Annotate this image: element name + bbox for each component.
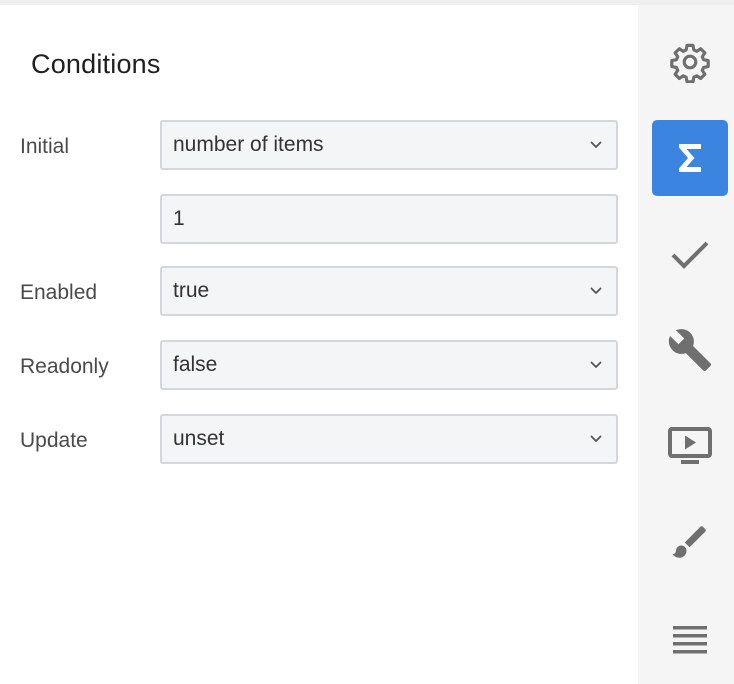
readonly-select[interactable]: false [160,340,618,390]
preview-button[interactable] [652,408,728,484]
update-select-value: unset [173,427,225,450]
initial-select-value: number of items [173,133,324,156]
update-select[interactable]: unset [160,414,618,464]
app-window: Conditions Initial number of items 1 Ena… [0,0,734,684]
chevron-down-icon [590,435,602,442]
readonly-select-value: false [173,353,218,376]
enabled-select[interactable]: true [160,266,618,316]
update-label: Update [20,429,88,452]
right-sidebar [638,5,734,684]
readonly-label: Readonly [20,355,109,378]
conditions-panel: Conditions Initial number of items 1 Ena… [0,5,638,684]
gear-icon [670,43,710,83]
initial-label: Initial [20,135,70,158]
panel-title: Conditions [31,49,161,79]
conditions-button[interactable] [652,120,728,196]
menu-icon [673,626,707,654]
tools-button[interactable] [652,312,728,388]
initial-count-value: 1 [173,207,185,230]
sigma-icon [679,144,701,172]
brush-icon [672,526,706,558]
check-icon [671,241,709,269]
chevron-down-icon [590,287,602,294]
initial-select[interactable]: number of items [160,120,618,170]
wrench-icon [668,329,712,372]
chevron-down-icon [590,361,602,368]
validation-button[interactable] [652,216,728,292]
preview-icon [668,427,712,464]
settings-button[interactable] [652,24,728,100]
initial-count-input[interactable]: 1 [160,194,618,244]
chevron-down-icon [590,141,602,148]
style-button[interactable] [652,504,728,580]
layout-button[interactable] [652,600,728,676]
enabled-label: Enabled [20,281,98,304]
enabled-select-value: true [173,279,210,302]
